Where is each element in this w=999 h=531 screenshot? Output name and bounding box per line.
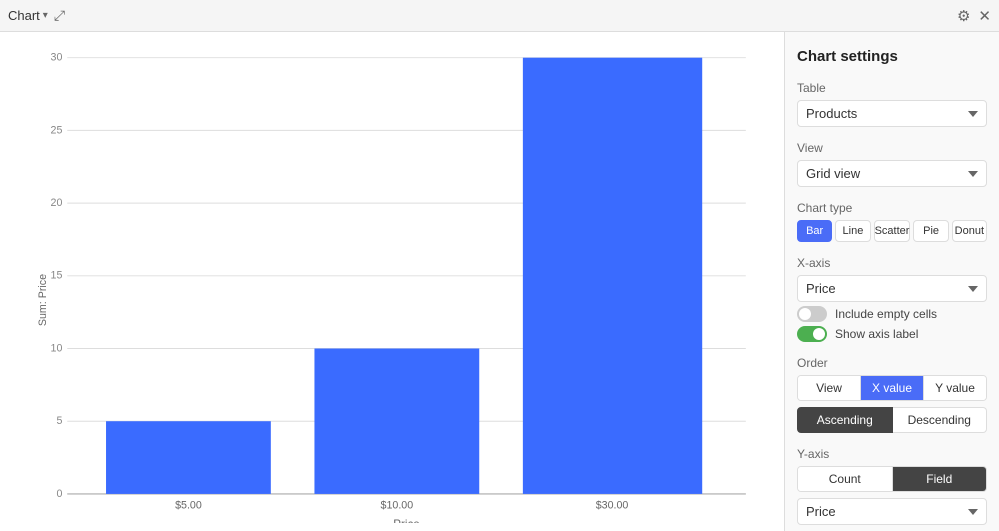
x-axis-label: Price bbox=[393, 518, 420, 523]
chart-type-label: Chart type bbox=[797, 201, 987, 215]
order-label: Order bbox=[797, 356, 987, 370]
export-icon[interactable]: ⤢ bbox=[54, 7, 65, 24]
chart-container: Sum: Price 0 5 10 15 20 25 30 bbox=[8, 48, 776, 523]
view-label: View bbox=[797, 141, 987, 155]
svg-text:10: 10 bbox=[51, 342, 63, 354]
chart-title-text: Chart bbox=[8, 8, 40, 23]
chart-type-section: Chart type Bar Line Scatter Pie Donut bbox=[797, 201, 987, 242]
chart-type-line[interactable]: Line bbox=[835, 220, 870, 242]
title-chevron-icon: ▾ bbox=[43, 10, 48, 21]
chart-type-pie[interactable]: Pie bbox=[913, 220, 948, 242]
show-axis-label-toggle[interactable] bbox=[797, 326, 827, 342]
svg-text:$10.00: $10.00 bbox=[381, 499, 414, 511]
bar-1 bbox=[106, 421, 271, 494]
order-xvalue-btn[interactable]: X value bbox=[860, 376, 923, 400]
settings-title: Chart settings bbox=[797, 48, 987, 65]
order-yvalue-btn[interactable]: Y value bbox=[923, 376, 986, 400]
main-content: Sum: Price 0 5 10 15 20 25 30 bbox=[0, 32, 999, 531]
chart-title-button[interactable]: Chart ▾ bbox=[8, 8, 48, 23]
svg-text:$5.00: $5.00 bbox=[175, 499, 202, 511]
xaxis-label: X-axis bbox=[797, 256, 987, 270]
include-empty-cells-row: Include empty cells bbox=[797, 306, 987, 322]
xaxis-select[interactable]: Price bbox=[797, 275, 987, 302]
table-section: Table Products bbox=[797, 81, 987, 127]
yaxis-buttons-group: Count Field bbox=[797, 466, 987, 492]
topbar: Chart ▾ ⤢ ⚙ ✕ bbox=[0, 0, 999, 32]
yaxis-field-select[interactable]: Price bbox=[797, 498, 987, 525]
xaxis-section: X-axis Price Include empty cells Show ax… bbox=[797, 256, 987, 342]
settings-icon[interactable]: ⚙ bbox=[957, 7, 970, 25]
yaxis-label: Y-axis bbox=[797, 447, 987, 461]
yaxis-field-btn[interactable]: Field bbox=[892, 467, 987, 491]
view-select[interactable]: Grid view bbox=[797, 160, 987, 187]
order-view-btn[interactable]: View bbox=[798, 376, 860, 400]
settings-panel: Chart settings Table Products View Grid … bbox=[784, 32, 999, 531]
bar-chart: Sum: Price 0 5 10 15 20 25 30 bbox=[8, 48, 776, 523]
sort-descending-btn[interactable]: Descending bbox=[893, 407, 988, 433]
sort-buttons-group: Ascending Descending bbox=[797, 407, 987, 433]
y-axis-label: Sum: Price bbox=[37, 274, 49, 326]
include-empty-cells-toggle[interactable] bbox=[797, 306, 827, 322]
svg-text:$30.00: $30.00 bbox=[596, 499, 629, 511]
order-buttons-group: View X value Y value bbox=[797, 375, 987, 401]
chart-type-scatter[interactable]: Scatter bbox=[874, 220, 911, 242]
yaxis-section: Y-axis Count Field Price bbox=[797, 447, 987, 525]
show-axis-label-row: Show axis label bbox=[797, 326, 987, 342]
show-axis-label-label: Show axis label bbox=[835, 327, 918, 341]
chart-type-buttons: Bar Line Scatter Pie Donut bbox=[797, 220, 987, 242]
yaxis-count-btn[interactable]: Count bbox=[798, 467, 892, 491]
include-empty-cells-label: Include empty cells bbox=[835, 307, 937, 321]
order-section: Order View X value Y value Ascending Des… bbox=[797, 356, 987, 433]
svg-text:5: 5 bbox=[56, 415, 62, 427]
close-icon[interactable]: ✕ bbox=[978, 7, 991, 25]
chart-area: Sum: Price 0 5 10 15 20 25 30 bbox=[0, 32, 784, 531]
svg-text:0: 0 bbox=[56, 488, 62, 500]
sort-ascending-btn[interactable]: Ascending bbox=[797, 407, 893, 433]
table-select[interactable]: Products bbox=[797, 100, 987, 127]
svg-text:25: 25 bbox=[51, 124, 63, 136]
view-section: View Grid view bbox=[797, 141, 987, 187]
topbar-actions: ⚙ ✕ bbox=[957, 7, 991, 25]
chart-type-donut[interactable]: Donut bbox=[952, 220, 987, 242]
bar-2 bbox=[314, 349, 479, 494]
svg-text:20: 20 bbox=[51, 197, 63, 209]
table-label: Table bbox=[797, 81, 987, 95]
svg-text:15: 15 bbox=[51, 270, 63, 282]
svg-text:30: 30 bbox=[51, 52, 63, 64]
bar-3 bbox=[523, 58, 702, 494]
chart-type-bar[interactable]: Bar bbox=[797, 220, 832, 242]
